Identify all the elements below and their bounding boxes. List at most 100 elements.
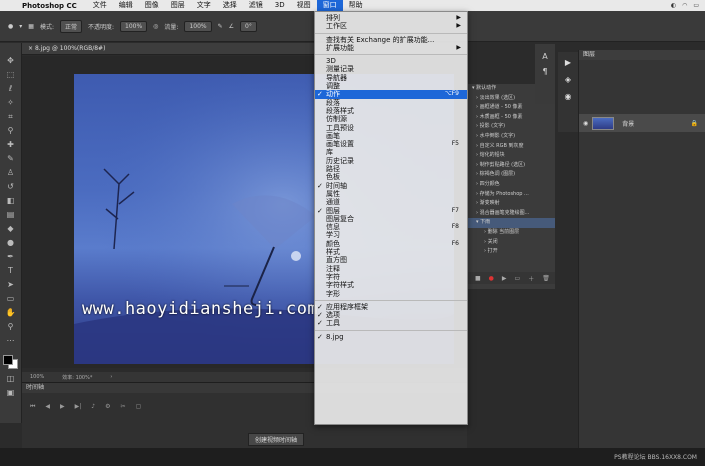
play-action-icon[interactable]: ▶: [502, 275, 507, 282]
healing-tool-icon[interactable]: ✚: [6, 141, 16, 149]
menu-item[interactable]: 测量记录: [315, 65, 467, 73]
trash-icon[interactable]: 🗑: [542, 275, 550, 282]
menubar-item[interactable]: 图像: [139, 0, 165, 11]
record-icon[interactable]: ●: [489, 275, 494, 282]
menu-item[interactable]: ✓ 时间轴: [315, 182, 467, 190]
menu-item[interactable]: 图层复合: [315, 215, 467, 223]
menubar-item[interactable]: 窗口: [316, 0, 343, 11]
crop-tool-icon[interactable]: ⌗: [6, 113, 16, 121]
app-menu[interactable]: Photoshop CC: [22, 2, 77, 10]
lasso-tool-icon[interactable]: ℓ: [6, 85, 16, 93]
blur-tool-icon[interactable]: ◆: [6, 225, 16, 233]
angle-field[interactable]: 0°: [240, 20, 257, 32]
action-row[interactable]: › 熔化的铅块: [468, 151, 555, 161]
brush-tool-icon[interactable]: ●: [8, 23, 13, 30]
zoom-level[interactable]: 100%: [30, 374, 44, 380]
menu-item[interactable]: 历史记录: [315, 157, 467, 165]
action-row[interactable]: › 渐变映射: [468, 199, 555, 209]
menu-item[interactable]: 颜色 F6: [315, 240, 467, 248]
menubar-item[interactable]: 文件: [87, 0, 113, 11]
menu-item[interactable]: 工具预设: [315, 124, 467, 132]
path-select-tool-icon[interactable]: ➤: [6, 281, 16, 289]
menu-item[interactable]: 字符样式: [315, 281, 467, 289]
action-row[interactable]: › 水中倒影 (文字): [468, 132, 555, 142]
quick-mask-icon[interactable]: ◫: [6, 375, 16, 383]
split-icon[interactable]: ✂: [121, 403, 126, 411]
action-row[interactable]: › 木质画框 - 50 像素: [468, 113, 555, 123]
create-video-timeline-button[interactable]: 创建视频时间轴: [248, 433, 305, 446]
menu-item[interactable]: 色板: [315, 173, 467, 181]
document-info[interactable]: 效率: 100%*: [62, 374, 92, 381]
menu-item[interactable]: 仿制源: [315, 115, 467, 123]
opacity-field[interactable]: 100%: [120, 20, 148, 32]
action-row[interactable]: ▾ 下雨: [468, 218, 555, 228]
menu-item[interactable]: 画笔设置 F5: [315, 140, 467, 148]
angle-icon[interactable]: ∠: [229, 23, 234, 30]
layer-row[interactable]: ◉ 背景 🔒: [579, 114, 705, 132]
marquee-tool-icon[interactable]: ⬚: [6, 71, 16, 79]
menu-item[interactable]: 查找有关 Exchange 的扩展功能...: [315, 36, 467, 44]
mode-select[interactable]: 正常: [59, 19, 82, 33]
brush-panel-icon[interactable]: ▦: [28, 23, 34, 30]
pen-tool-icon[interactable]: ✒: [6, 253, 16, 261]
menu-item[interactable]: 注释: [315, 265, 467, 273]
menu-item[interactable]: ✓ 工具: [315, 319, 467, 327]
menu-item[interactable]: ✓ 应用程序框架: [315, 303, 467, 311]
action-row[interactable]: › 关闭: [468, 238, 555, 248]
eraser-tool-icon[interactable]: ◧: [6, 197, 16, 205]
play-panel-icon[interactable]: ▶: [565, 58, 571, 67]
menu-item[interactable]: 属性: [315, 190, 467, 198]
menubar-item[interactable]: 视图: [291, 0, 317, 11]
wifi-icon[interactable]: ◠: [682, 2, 687, 9]
menubar-item[interactable]: 文字: [191, 0, 217, 11]
menu-item[interactable]: 段落: [315, 99, 467, 107]
airbrush-icon[interactable]: ✎: [218, 23, 223, 30]
menu-item[interactable]: 学习: [315, 231, 467, 239]
brush-size-icon[interactable]: ▾: [19, 23, 22, 30]
menu-item[interactable]: 直方图: [315, 256, 467, 264]
first-frame-icon[interactable]: ⏮: [30, 403, 35, 411]
dodge-tool-icon[interactable]: ●: [6, 239, 16, 247]
screen-mode-icon[interactable]: ▣: [6, 389, 16, 397]
zoom-tool-icon[interactable]: ⚲: [6, 323, 16, 331]
audio-icon[interactable]: ♪: [91, 403, 95, 411]
next-frame-icon[interactable]: ▶|: [75, 403, 82, 411]
character-panel-icon[interactable]: A: [542, 52, 547, 61]
paragraph-panel-icon[interactable]: ¶: [542, 67, 547, 76]
action-row[interactable]: › 删除 当前图层: [468, 228, 555, 238]
menu-item[interactable]: 扩展功能 ▶: [315, 44, 467, 52]
action-row[interactable]: › 存储为 Photoshop ...: [468, 190, 555, 200]
play-icon[interactable]: ▶: [60, 403, 65, 411]
action-row[interactable]: › 打开: [468, 247, 555, 257]
foreground-color-swatch[interactable]: [2, 355, 13, 365]
brush-tool-icon[interactable]: ✎: [6, 155, 16, 163]
menu-item[interactable]: ✓ 选项: [315, 311, 467, 319]
transition-icon[interactable]: ▢: [136, 403, 142, 411]
new-action-icon[interactable]: ＋: [528, 274, 534, 283]
channels-panel-icon[interactable]: ◉: [565, 92, 572, 101]
menubar-item[interactable]: 帮助: [343, 0, 369, 11]
shape-tool-icon[interactable]: ▭: [6, 295, 16, 303]
flow-field[interactable]: 100%: [184, 20, 212, 32]
battery-icon[interactable]: ▭: [693, 2, 699, 9]
eye-icon[interactable]: ◉: [583, 120, 588, 127]
menu-item[interactable]: 工作区 ▶: [315, 22, 467, 30]
action-row[interactable]: › 画框通道 - 50 像素: [468, 103, 555, 113]
menu-item[interactable]: ✓ 8.jpg: [315, 333, 467, 341]
settings-icon[interactable]: ⚙: [105, 403, 110, 411]
action-row[interactable]: › 制作剪贴路径 (选区): [468, 161, 555, 171]
menu-item[interactable]: ✓ 动作 ⌥F9: [315, 90, 467, 99]
stop-icon[interactable]: ■: [475, 275, 481, 282]
hand-tool-icon[interactable]: ✋: [6, 309, 16, 317]
menu-item[interactable]: 画笔: [315, 132, 467, 140]
menu-item[interactable]: 3D: [315, 57, 467, 65]
menu-item[interactable]: 库: [315, 148, 467, 156]
new-set-icon[interactable]: ▭: [515, 275, 521, 282]
more-tools-icon[interactable]: ⋯: [6, 337, 16, 345]
action-row[interactable]: › 自定义 RGB 到灰度: [468, 142, 555, 152]
menu-item[interactable]: 通道: [315, 198, 467, 206]
menubar-item[interactable]: 3D: [269, 0, 291, 11]
action-row[interactable]: › 四分颜色: [468, 180, 555, 190]
menu-item[interactable]: 字形: [315, 290, 467, 298]
action-row[interactable]: › 棕褐色调 (图层): [468, 170, 555, 180]
